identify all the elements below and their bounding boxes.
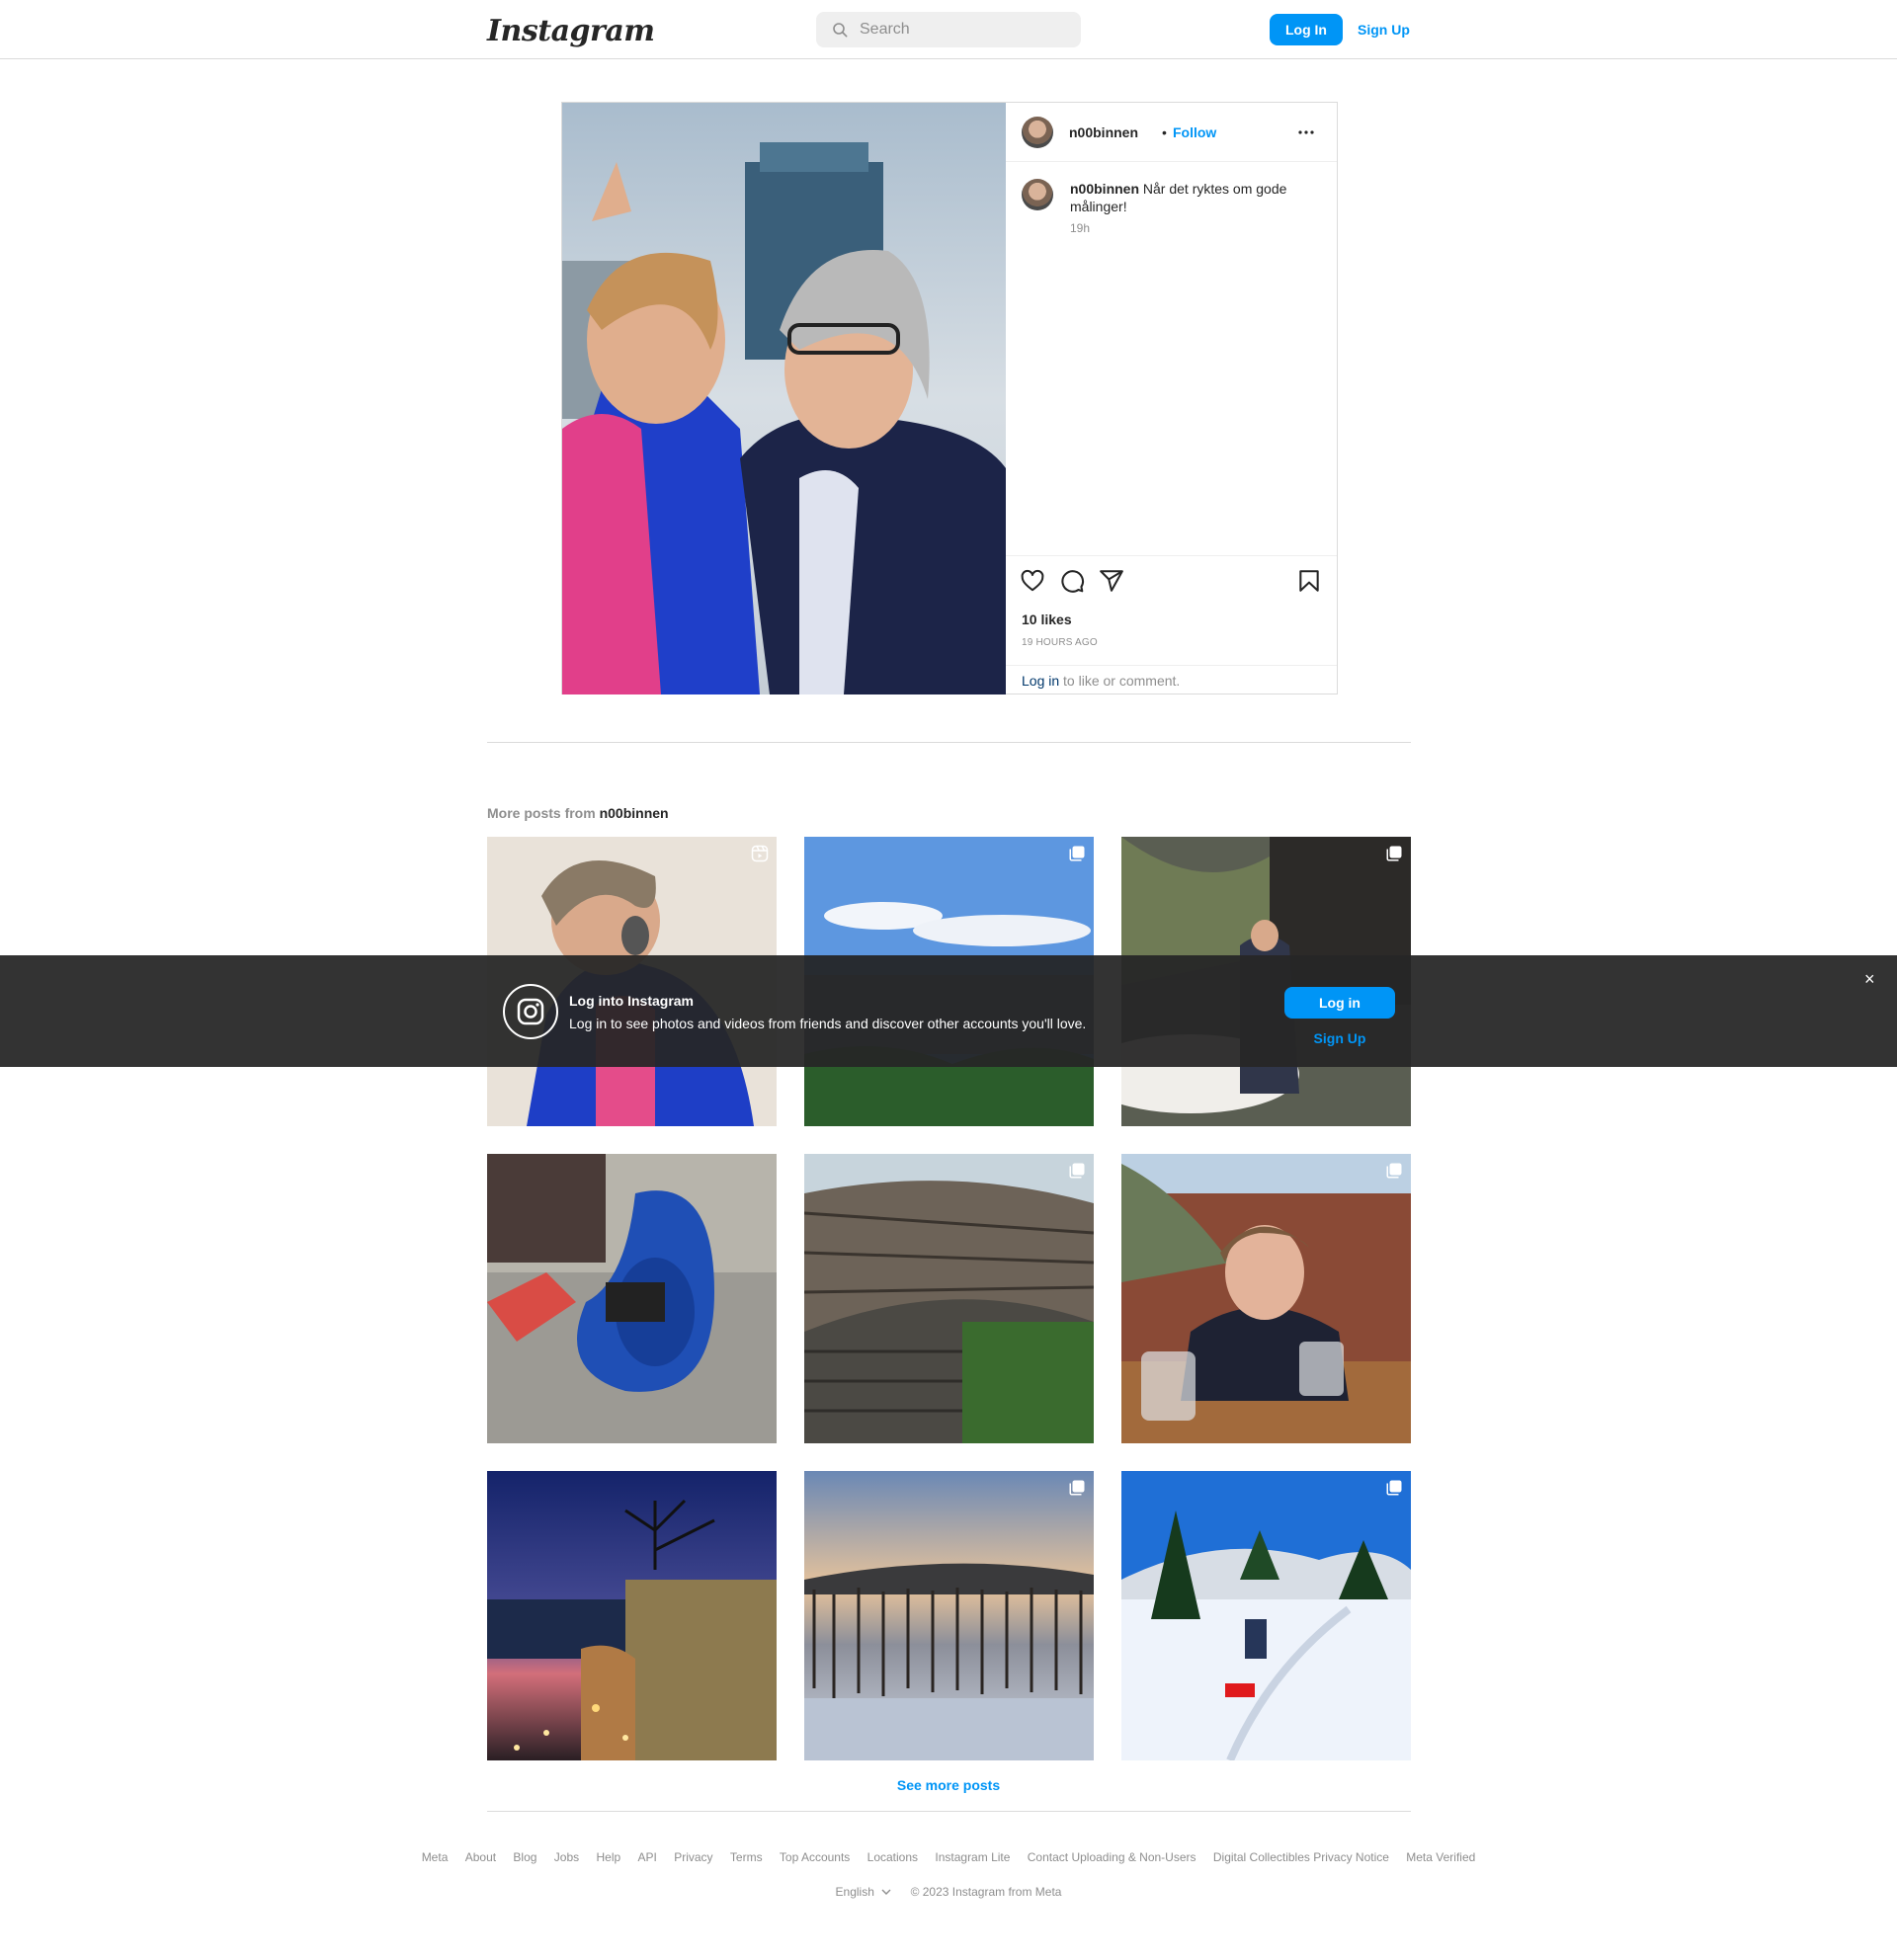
instagram-glyph-icon [503,984,558,1039]
author-username[interactable]: n00binnen [1069,124,1138,140]
carousel-icon [1069,1480,1085,1496]
login-to-comment: Log in to like or comment. [1006,665,1337,694]
caption-username[interactable]: n00binnen [1070,181,1139,197]
footer-link-contact-uploading[interactable]: Contact Uploading & Non-Users [1028,1850,1196,1864]
search-icon [833,23,848,38]
banner-description: Log in to see photos and videos from fri… [569,1016,1087,1031]
grid-post-7-image [487,1471,777,1760]
footer-link-blog[interactable]: Blog [513,1850,536,1864]
post-header: n00binnen • Follow [1006,103,1337,162]
post-actions: 10 likes 19 HOURS AGO Log in to like or … [1006,555,1337,694]
signup-link[interactable]: Sign Up [1352,14,1416,45]
post-sidebar: n00binnen • Follow n00binnen Når det ryk… [1006,103,1337,694]
footer-link-meta[interactable]: Meta [422,1850,449,1864]
comment-icon[interactable] [1059,568,1085,594]
login-banner: Log into Instagram Log in to see photos … [0,955,1897,1067]
banner-title: Log into Instagram [569,993,694,1009]
footer-link-meta-verified[interactable]: Meta Verified [1406,1850,1475,1864]
grid-post-4-image [487,1154,777,1443]
grid-post-4[interactable] [487,1154,777,1443]
reel-icon [751,845,769,862]
carousel-icon [1386,1480,1402,1496]
post-time-ago[interactable]: 19 HOURS AGO [1022,637,1098,648]
post-photo-illustration [562,103,1006,694]
more-posts-prefix: More posts from [487,805,600,821]
see-more-posts-link[interactable]: See more posts [0,1777,1897,1793]
instagram-logo[interactable]: Instagram [487,14,655,48]
carousel-icon [1386,846,1402,861]
grid-post-5[interactable] [804,1154,1094,1443]
footer-link-about[interactable]: About [465,1850,496,1864]
footer-bottom: English © 2023 Instagram from Meta [0,1885,1897,1899]
search-box[interactable] [816,12,1081,47]
post-caption: n00binnen Når det ryktes om gode målinge… [1070,180,1317,215]
footer-link-privacy[interactable]: Privacy [674,1850,712,1864]
grid-post-6[interactable] [1121,1154,1411,1443]
footer-divider [487,1811,1411,1812]
footer-link-digital-collectibles[interactable]: Digital Collectibles Privacy Notice [1213,1850,1389,1864]
post-photo[interactable] [562,103,1006,694]
grid-post-7[interactable] [487,1471,777,1760]
caption-timestamp[interactable]: 19h [1070,221,1090,235]
copyright-text: © 2023 Instagram from Meta [910,1885,1062,1899]
footer-link-help[interactable]: Help [597,1850,621,1864]
footer-link-locations[interactable]: Locations [867,1850,918,1864]
more-posts-heading: More posts from n00binnen [487,805,669,821]
separator-dot: • [1162,124,1167,140]
footer-link-jobs[interactable]: Jobs [554,1850,579,1864]
grid-post-8[interactable] [804,1471,1094,1760]
language-selector[interactable]: English [836,1885,895,1899]
grid-post-9-image [1121,1471,1411,1760]
share-icon[interactable] [1099,568,1124,594]
more-posts-username[interactable]: n00binnen [600,805,669,821]
like-count[interactable]: 10 likes [1022,612,1072,627]
login-button[interactable]: Log In [1270,14,1343,45]
carousel-icon [1069,1163,1085,1179]
top-navigation-bar: Instagram Log In Sign Up [0,0,1897,59]
bookmark-icon[interactable] [1296,568,1322,594]
grid-post-5-image [804,1154,1094,1443]
footer-link-api[interactable]: API [638,1850,657,1864]
search-input[interactable] [860,12,1067,47]
caption-avatar[interactable] [1022,179,1053,210]
heart-icon[interactable] [1020,568,1045,594]
footer-link-top-accounts[interactable]: Top Accounts [780,1850,850,1864]
author-avatar[interactable] [1022,117,1053,148]
grid-post-8-image [804,1471,1094,1760]
banner-login-button[interactable]: Log in [1284,987,1395,1019]
login-suffix-text: to like or comment. [1059,673,1181,689]
footer-link-terms[interactable]: Terms [730,1850,763,1864]
more-options-icon[interactable] [1294,121,1318,144]
carousel-icon [1386,1163,1402,1179]
carousel-icon [1069,846,1085,861]
chevron-down-icon [881,1889,891,1895]
banner-signup-link[interactable]: Sign Up [1284,1030,1395,1046]
follow-button[interactable]: Follow [1173,124,1216,140]
close-icon[interactable]: × [1864,969,1875,990]
grid-post-6-image [1121,1154,1411,1443]
grid-post-9[interactable] [1121,1471,1411,1760]
login-link[interactable]: Log in [1022,673,1059,689]
footer-link-instagram-lite[interactable]: Instagram Lite [935,1850,1010,1864]
language-label: English [835,1885,874,1899]
footer-links: Meta About Blog Jobs Help API Privacy Te… [0,1850,1897,1864]
section-divider [487,742,1411,743]
post-card: n00binnen • Follow n00binnen Når det ryk… [561,102,1338,694]
